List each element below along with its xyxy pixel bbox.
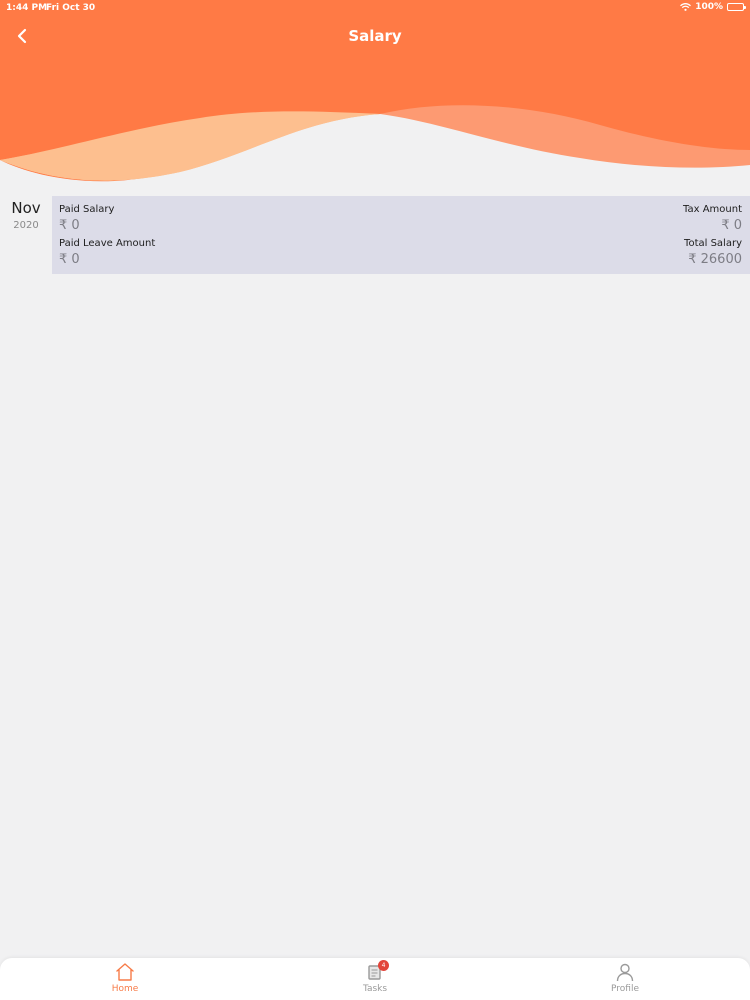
status-right: 100% (680, 2, 746, 12)
tax-amount-value: ₹ 0 (721, 218, 742, 233)
status-date: Fri Oct 30 (46, 3, 96, 13)
total-salary-field: Total Salary ₹ 26600 (684, 238, 742, 267)
tasks-badge: 4 (378, 960, 389, 971)
total-salary-label: Total Salary (684, 238, 742, 249)
paid-leave-label: Paid Leave Amount (59, 238, 156, 249)
salary-card[interactable]: Paid Salary ₹ 0 Tax Amount ₹ 0 Paid Leav… (52, 196, 750, 274)
total-salary-value: ₹ 26600 (688, 252, 742, 267)
wifi-icon (680, 3, 692, 11)
status-bar: 1:44 PM Fri Oct 30 100% (0, 0, 750, 16)
salary-record[interactable]: Nov 2020 Paid Salary ₹ 0 Tax Amount ₹ 0 … (0, 196, 750, 274)
home-icon (113, 962, 137, 982)
bottom-tab-bar: Home 4 Tasks Profile (0, 958, 750, 1000)
tab-tasks-label: Tasks (362, 984, 388, 994)
tasks-icon: 4 (363, 960, 389, 982)
paid-salary-field: Paid Salary ₹ 0 (59, 204, 114, 233)
tab-profile[interactable]: Profile (585, 962, 665, 994)
month-year: 2020 (13, 220, 39, 231)
paid-salary-label: Paid Salary (59, 204, 115, 215)
tax-amount-field: Tax Amount ₹ 0 (683, 204, 742, 233)
tax-amount-label: Tax Amount (683, 204, 742, 215)
paid-leave-value: ₹ 0 (59, 252, 80, 267)
page-title: Salary (348, 27, 402, 45)
paid-salary-value: ₹ 0 (59, 218, 80, 233)
record-month: Nov 2020 (0, 196, 52, 274)
tab-profile-label: Profile (611, 984, 639, 994)
user-icon (613, 962, 637, 982)
paid-leave-field: Paid Leave Amount ₹ 0 (59, 238, 155, 267)
tab-home[interactable]: Home (85, 962, 165, 994)
battery-percent: 100% (695, 2, 723, 12)
month-name: Nov (11, 199, 41, 217)
tab-tasks[interactable]: 4 Tasks (335, 960, 415, 994)
battery-icon (727, 3, 746, 11)
tab-home-label: Home (111, 984, 139, 994)
status-time: 1:44 PM (6, 3, 48, 13)
